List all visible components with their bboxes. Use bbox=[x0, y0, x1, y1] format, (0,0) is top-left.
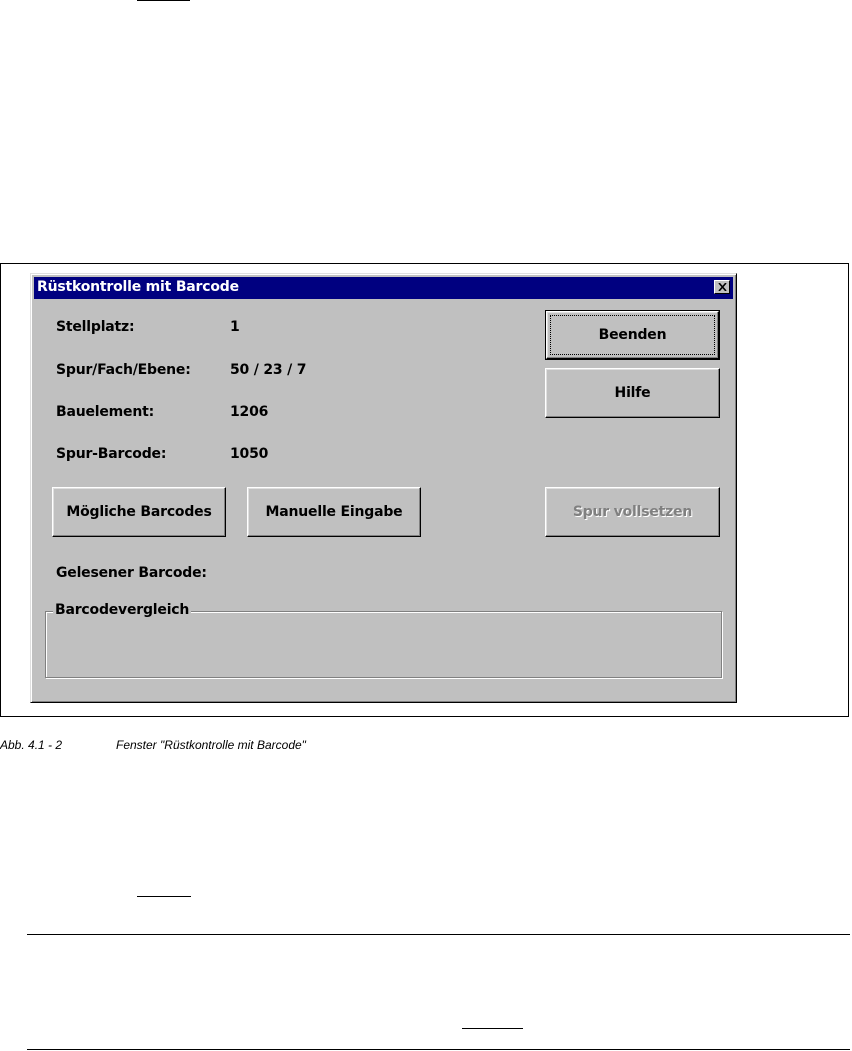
mid-underline-rule bbox=[462, 1028, 523, 1029]
stellplatz-value: 1 bbox=[230, 319, 240, 335]
spur-barcode-value: 1050 bbox=[230, 446, 269, 462]
moegliche-barcodes-button[interactable]: Mögliche Barcodes bbox=[52, 487, 226, 537]
figure-caption: Fenster "Rüstkontrolle mit Barcode" bbox=[116, 738, 306, 752]
title-bar[interactable]: Rüstkontrolle mit Barcode bbox=[34, 277, 733, 299]
close-button[interactable] bbox=[714, 280, 730, 294]
window-title: Rüstkontrolle mit Barcode bbox=[37, 279, 239, 295]
bauelement-value: 1206 bbox=[230, 404, 269, 420]
spur-vollsetzen-button-label: Spur vollsetzen bbox=[572, 504, 693, 520]
focus-rectangle bbox=[550, 315, 715, 355]
manuelle-eingabe-button[interactable]: Manuelle Eingabe bbox=[247, 487, 421, 537]
stellplatz-label: Stellplatz: bbox=[56, 319, 135, 335]
barcodevergleich-group: Barcodevergleich bbox=[45, 602, 722, 678]
beenden-button[interactable]: Beenden bbox=[545, 310, 720, 360]
lower-underline-rule bbox=[137, 896, 191, 897]
spur-vollsetzen-button[interactable]: Spur vollsetzen bbox=[545, 487, 720, 537]
hilfe-button-label: Hilfe bbox=[614, 385, 651, 401]
section-divider-bottom bbox=[27, 1049, 850, 1050]
section-divider-top bbox=[27, 934, 850, 935]
manuelle-eingabe-button-label: Manuelle Eingabe bbox=[265, 504, 403, 520]
barcodevergleich-group-title: Barcodevergleich bbox=[53, 602, 192, 618]
spur-fach-ebene-label: Spur/Fach/Ebene: bbox=[56, 362, 191, 378]
close-icon bbox=[717, 283, 727, 291]
spur-fach-ebene-value: 50 / 23 / 7 bbox=[230, 362, 307, 378]
gelesener-barcode-label: Gelesener Barcode: bbox=[56, 565, 207, 581]
spur-barcode-label: Spur-Barcode: bbox=[56, 446, 167, 462]
moegliche-barcodes-button-label: Mögliche Barcodes bbox=[66, 504, 212, 520]
figure-number: Abb. 4.1 - 2 bbox=[0, 738, 63, 752]
dialog-window: Rüstkontrolle mit Barcode Stellplatz: 1 … bbox=[30, 273, 737, 703]
top-underline-rule bbox=[137, 0, 190, 1]
hilfe-button[interactable]: Hilfe bbox=[545, 368, 720, 418]
bauelement-label: Bauelement: bbox=[56, 404, 155, 420]
